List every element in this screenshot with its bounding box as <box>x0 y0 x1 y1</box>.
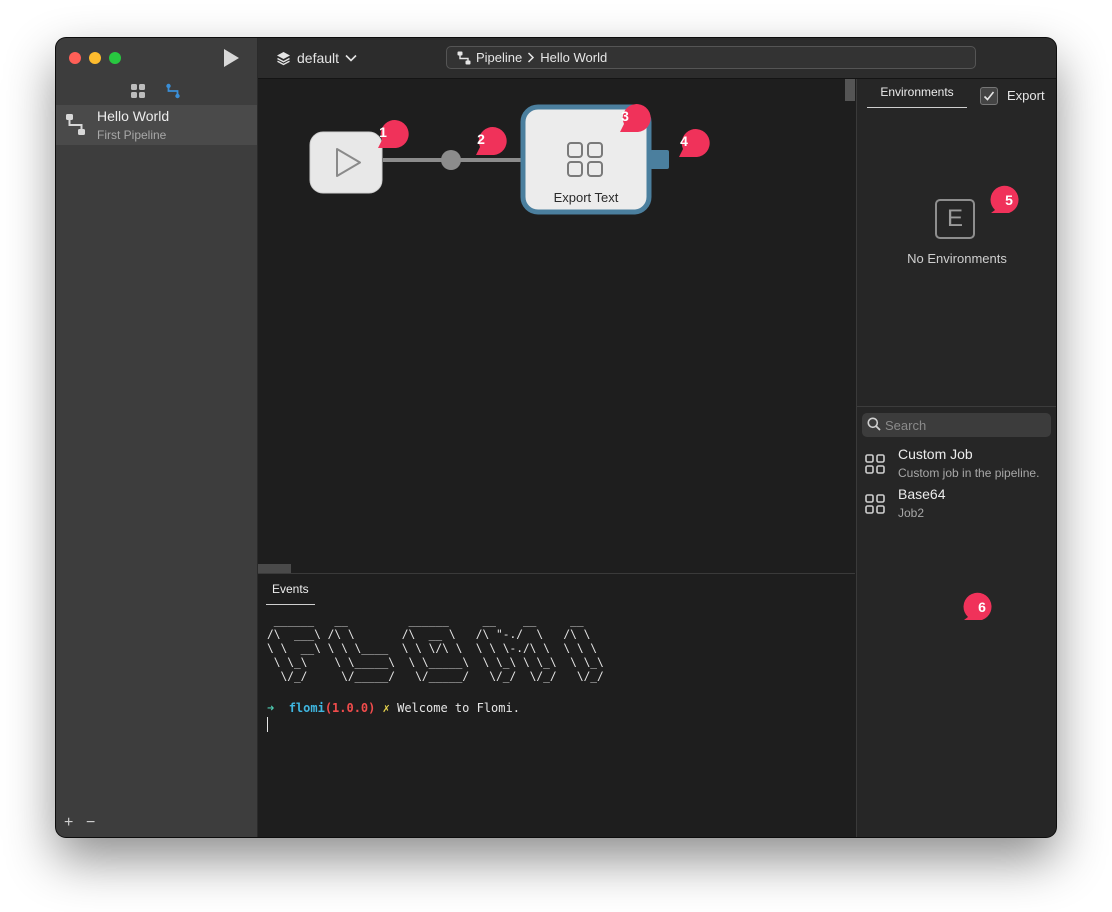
badge-6: 6 <box>963 592 992 620</box>
svg-text:6: 6 <box>978 599 986 615</box>
panel-divider[interactable] <box>857 406 1056 407</box>
export-label[interactable]: Export <box>1007 88 1045 103</box>
prompt-mark: ✗ <box>382 701 390 715</box>
checkmark-icon <box>983 91 995 101</box>
tab-events[interactable]: Events <box>266 582 315 605</box>
svg-text:2: 2 <box>477 131 485 147</box>
terminal-prompt: ➜ flomi(1.0.0) ✗ Welcome to Flomi. <box>267 701 520 715</box>
add-pipeline-button[interactable]: + <box>64 814 73 832</box>
job-title: Base64 <box>898 486 946 502</box>
connection-handle[interactable] <box>441 150 461 170</box>
right-panel: Environments Export 5 E No Environments <box>856 79 1056 837</box>
badge-1: 1 <box>378 120 409 148</box>
events-panel: Events ______ __ ______ __ __ __ /\ ___\… <box>258 573 855 837</box>
remove-pipeline-button[interactable]: − <box>86 814 95 832</box>
job-title: Custom Job <box>898 446 973 462</box>
prompt-arrow: ➜ <box>267 701 275 715</box>
job-list-item[interactable]: Custom Job Custom job in the pipeline. <box>857 446 1056 486</box>
canvas-graph: 1 2 3 4 <box>309 104 710 215</box>
job-list-item[interactable]: Base64 Job2 <box>857 486 1056 526</box>
app-window: Hello World First Pipeline + − default P… <box>56 38 1056 837</box>
svg-text:5: 5 <box>1005 192 1013 208</box>
ascii-banner: ______ __ ______ __ __ __ /\ ___\ /\ \ /… <box>267 614 604 683</box>
grid-icon <box>865 494 885 514</box>
terminal-cursor <box>267 717 268 732</box>
job-node-label: Export Text <box>553 190 619 205</box>
badge-5: 5 <box>990 185 1019 213</box>
badge-2: 2 <box>476 127 507 155</box>
job-description: Job2 <box>898 506 925 520</box>
job-search <box>862 413 1051 437</box>
output-port[interactable] <box>650 150 669 169</box>
prompt-app: flomi <box>288 701 325 715</box>
svg-text:3: 3 <box>621 108 629 124</box>
job-description: Custom job in the pipeline. <box>898 466 1040 480</box>
start-node[interactable] <box>309 131 383 194</box>
export-checkbox[interactable] <box>980 87 998 105</box>
grid-icon <box>865 454 885 474</box>
horizontal-scrollbar[interactable] <box>258 564 291 573</box>
badge-4: 4 <box>679 129 710 157</box>
badge-3: 3 <box>620 104 651 132</box>
svg-text:1: 1 <box>379 124 387 140</box>
svg-text:4: 4 <box>680 133 688 149</box>
search-icon <box>867 417 881 431</box>
search-input[interactable] <box>885 415 1045 435</box>
prompt-message: Welcome to Flomi. <box>397 701 520 715</box>
environment-placeholder-icon: E <box>935 199 975 239</box>
tab-environments[interactable]: Environments <box>867 85 967 108</box>
empty-environments-text: No Environments <box>907 251 1007 266</box>
prompt-version: (1.0.0) <box>324 701 376 715</box>
